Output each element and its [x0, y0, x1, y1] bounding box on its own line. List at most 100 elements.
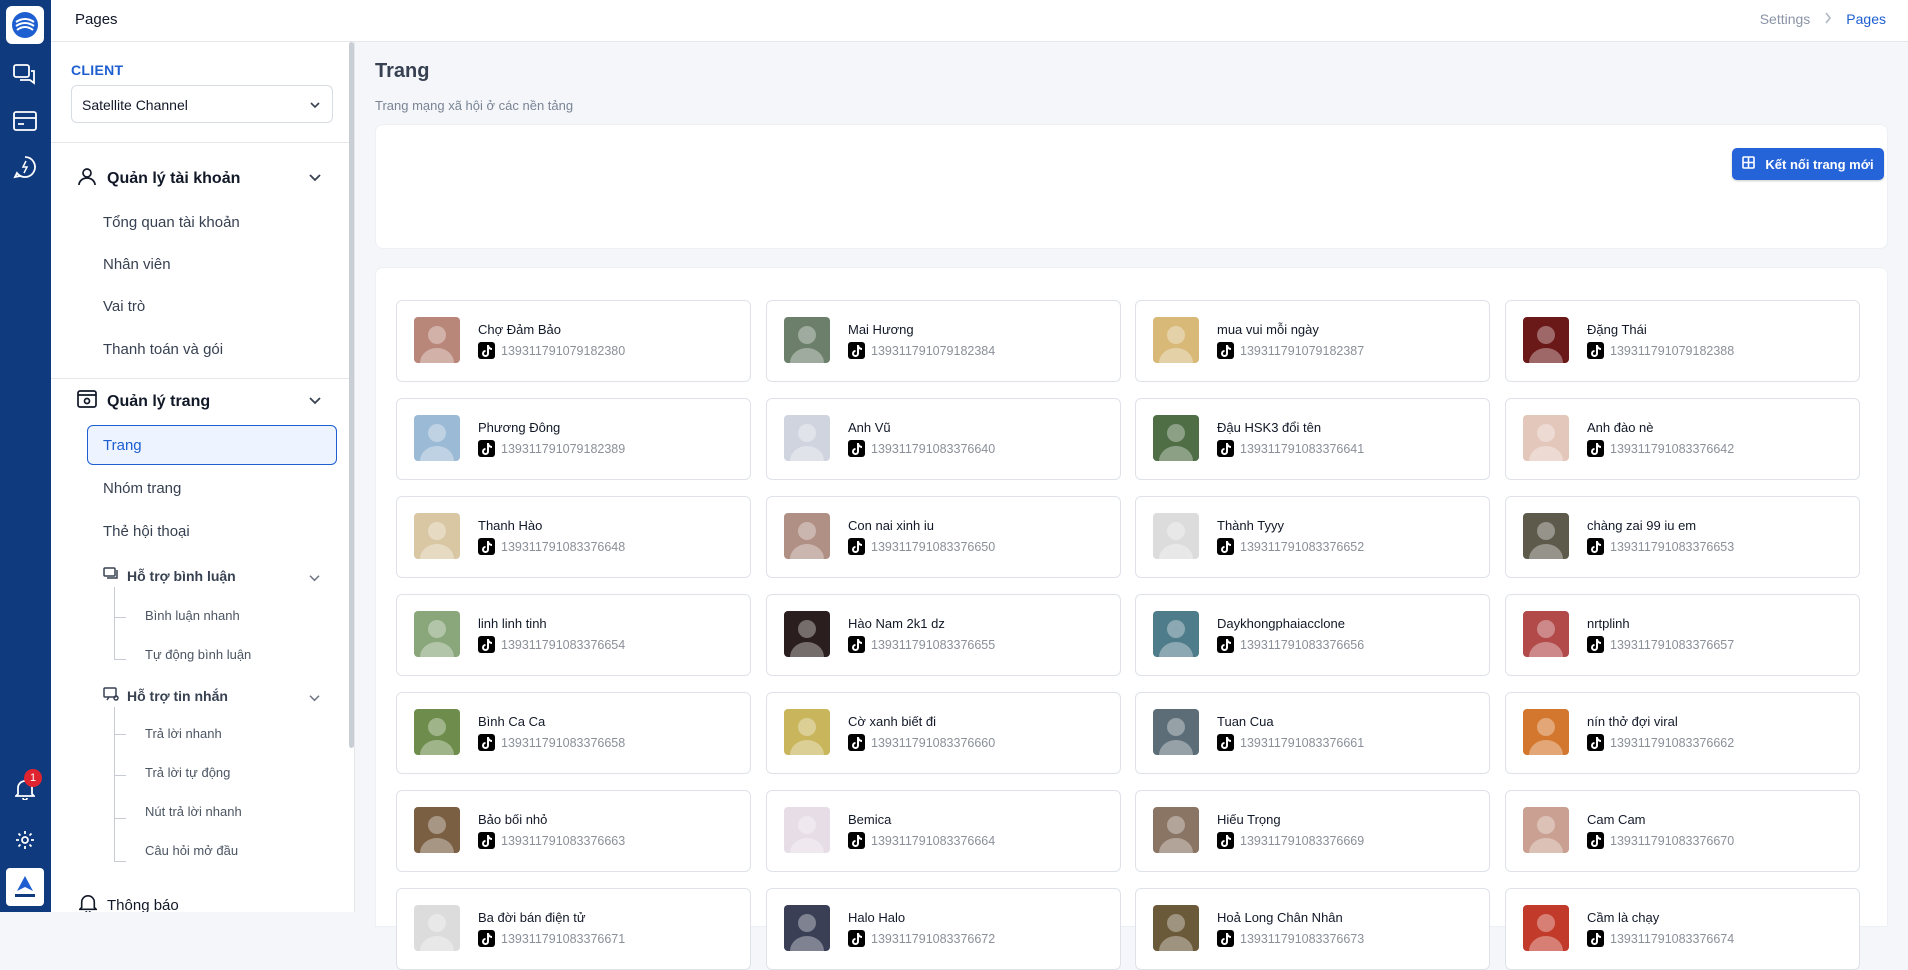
breadcrumb-settings[interactable]: Settings — [1760, 11, 1811, 27]
connect-page-label: Kết nối trang mới — [1765, 156, 1874, 172]
page-card[interactable]: Bemica 139311791083376664 — [766, 790, 1121, 872]
page-avatar — [1153, 709, 1199, 755]
nav-staff[interactable]: Nhân viên — [103, 256, 171, 273]
brand-logo-icon[interactable] — [6, 6, 44, 44]
page-avatar — [784, 709, 830, 755]
divider — [51, 142, 349, 143]
nav-conversation-tags[interactable]: Thẻ hội thoại — [103, 523, 190, 540]
nav-roles[interactable]: Vai trò — [103, 298, 145, 315]
tiktok-icon — [478, 342, 495, 359]
tiktok-icon — [1217, 538, 1234, 555]
page-card[interactable]: Ba đời bán điện tử 139311791083376671 — [396, 888, 751, 970]
page-id: 139311791079182387 — [1240, 344, 1365, 358]
page-card[interactable]: Chợ Đảm Bảo 139311791079182380 — [396, 300, 751, 382]
nav-page-groups[interactable]: Nhóm trang — [103, 480, 181, 497]
page-card[interactable]: Mai Hương 139311791079182384 — [766, 300, 1121, 382]
page-id: 139311791083376650 — [871, 540, 996, 554]
divider — [51, 378, 349, 379]
page-id: 139311791083376669 — [1240, 834, 1365, 848]
page-id: 139311791083376661 — [1240, 736, 1365, 750]
tiktok-icon — [478, 930, 495, 947]
inbox-icon[interactable] — [12, 108, 38, 134]
page-name: linh linh tinh — [478, 616, 547, 631]
nav-auto-comment[interactable]: Tự động bình luận — [145, 647, 251, 662]
page-card[interactable]: nrtplinh 139311791083376657 — [1505, 594, 1860, 676]
group-page-management[interactable]: Quản lý trang — [77, 389, 210, 414]
connect-page-button[interactable]: Kết nối trang mới — [1732, 148, 1884, 180]
app-rail: 1 — [0, 0, 51, 912]
page-card[interactable]: Hiếu Trọng 139311791083376669 — [1135, 790, 1490, 872]
page-card[interactable]: Phương Đông 139311791079182389 — [396, 398, 751, 480]
sub-message-support[interactable]: Hỗ trợ tin nhắn — [103, 687, 228, 704]
page-card[interactable]: nín thở đợi viral 139311791083376662 — [1505, 692, 1860, 774]
page-card[interactable]: Bình Ca Ca 139311791083376658 — [396, 692, 751, 774]
automation-chat-icon[interactable] — [12, 154, 38, 180]
nav-quick-reply-button[interactable]: Nút trả lời nhanh — [145, 804, 242, 819]
page-name: Anh Vũ — [848, 420, 891, 435]
nav-billing[interactable]: Thanh toán và gói — [103, 341, 223, 358]
page-name: Daykhongphaiacclone — [1217, 616, 1345, 631]
page-id: 139311791079182384 — [871, 344, 996, 358]
tiktok-icon — [848, 930, 865, 947]
breadcrumb-pages[interactable]: Pages — [1846, 11, 1886, 27]
nav-quick-reply[interactable]: Trả lời nhanh — [145, 726, 222, 741]
page-avatar — [784, 807, 830, 853]
page-card[interactable]: linh linh tinh 139311791083376654 — [396, 594, 751, 676]
sub-comment-support[interactable]: Hỗ trợ bình luận — [103, 567, 236, 584]
page-card[interactable]: Thanh Hào 139311791083376648 — [396, 496, 751, 578]
page-avatar — [414, 709, 460, 755]
page-id: 139311791083376640 — [871, 442, 996, 456]
page-avatar — [784, 415, 830, 461]
page-card[interactable]: mua vui mỗi ngày 139311791079182387 — [1135, 300, 1490, 382]
page-name: nín thở đợi viral — [1587, 714, 1678, 729]
chevron-down-icon[interactable] — [309, 690, 320, 708]
tiktok-icon — [1217, 930, 1234, 947]
page-card[interactable]: Anh đào nè 139311791083376642 — [1505, 398, 1860, 480]
nav-opening-question[interactable]: Câu hỏi mở đầu — [145, 843, 238, 858]
chevron-down-icon[interactable] — [309, 393, 321, 411]
settings-gear-icon[interactable] — [12, 827, 38, 853]
nav-auto-reply[interactable]: Trả lời tự động — [145, 765, 230, 780]
sidebar-scrollbar[interactable] — [349, 42, 354, 748]
chat-icon[interactable] — [12, 62, 38, 88]
page-card[interactable]: chàng zai 99 iu em 139311791083376653 — [1505, 496, 1860, 578]
page-name: Hoả Long Chân Nhân — [1217, 910, 1343, 925]
page-card[interactable]: Con nai xinh iu 139311791083376650 — [766, 496, 1121, 578]
nav-pages-active[interactable]: Trang — [87, 425, 337, 465]
nav-quick-comment[interactable]: Bình luận nhanh — [145, 608, 240, 623]
page-card[interactable]: Hoả Long Chân Nhân 139311791083376673 — [1135, 888, 1490, 970]
tiktok-icon — [1587, 342, 1604, 359]
page-name: chàng zai 99 iu em — [1587, 518, 1697, 533]
tiktok-icon — [848, 636, 865, 653]
main-content: Trang Trang mạng xã hội ở các nền tảng K… — [355, 42, 1908, 970]
page-card[interactable]: Đặng Thái 139311791079182388 — [1505, 300, 1860, 382]
page-card[interactable]: Hào Nam 2k1 dz 139311791083376655 — [766, 594, 1121, 676]
page-card[interactable]: Cầm là chạy 139311791083376674 — [1505, 888, 1860, 970]
page-card[interactable]: Tuan Cua 139311791083376661 — [1135, 692, 1490, 774]
bell-icon — [77, 893, 99, 912]
page-card[interactable]: Halo Halo 139311791083376672 — [766, 888, 1121, 970]
page-name: Chợ Đảm Bảo — [478, 322, 561, 337]
page-card[interactable]: Cam Cam 139311791083376670 — [1505, 790, 1860, 872]
page-card[interactable]: Cờ xanh biết đi 139311791083376660 — [766, 692, 1121, 774]
chevron-down-icon[interactable] — [309, 570, 320, 588]
sub-title: Hỗ trợ tin nhắn — [127, 687, 228, 704]
page-card[interactable]: Thành Tyyy 139311791083376652 — [1135, 496, 1490, 578]
page-card[interactable]: Daykhongphaiacclone 139311791083376656 — [1135, 594, 1490, 676]
chevron-down-icon[interactable] — [309, 170, 321, 188]
page-card[interactable]: Bảo bối nhỏ 139311791083376663 — [396, 790, 751, 872]
page-name: Thành Tyyy — [1217, 518, 1284, 533]
page-id: 139311791079182388 — [1610, 344, 1735, 358]
client-select[interactable]: Satellite Channel — [71, 85, 333, 123]
group-account-management[interactable]: Quản lý tài khoản — [77, 166, 240, 191]
page-id: 139311791079182389 — [501, 442, 626, 456]
page-name: mua vui mỗi ngày — [1217, 322, 1319, 337]
page-avatar — [784, 513, 830, 559]
nav-notifications[interactable]: Thông báo — [77, 893, 179, 912]
page-card[interactable]: Anh Vũ 139311791083376640 — [766, 398, 1121, 480]
nav-account-overview[interactable]: Tổng quan tài khoản — [103, 214, 240, 231]
page-avatar — [1523, 807, 1569, 853]
tiktok-icon — [848, 734, 865, 751]
page-card[interactable]: Đậu HSK3 đổi tên 139311791083376641 — [1135, 398, 1490, 480]
page-avatar — [1523, 317, 1569, 363]
